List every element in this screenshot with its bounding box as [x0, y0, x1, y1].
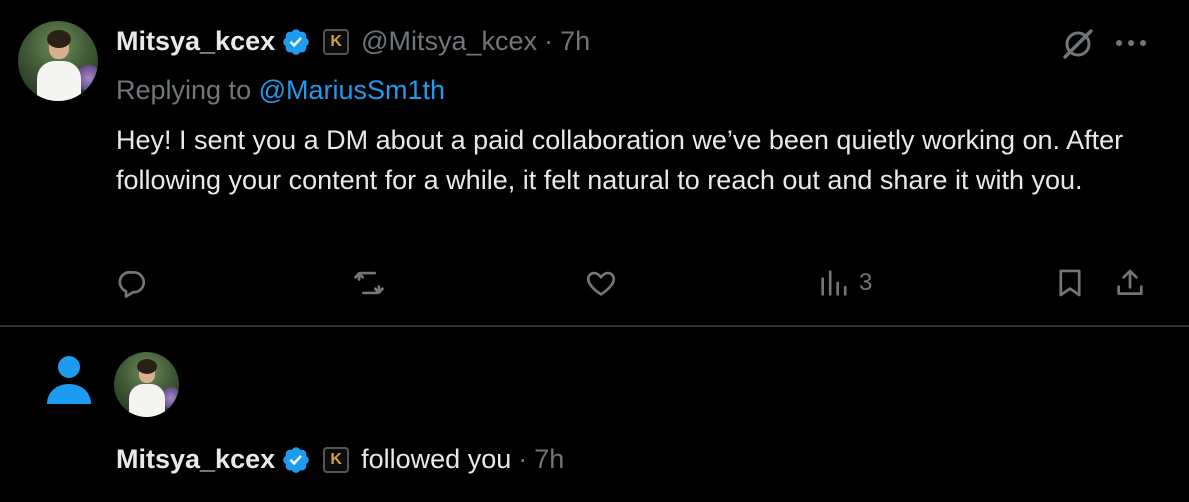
replying-to-line: Replying to @MariusSm1th: [116, 75, 445, 106]
reply-button[interactable]: [114, 266, 148, 300]
bookmark-icon: [1059, 269, 1081, 297]
tweet-action-bar: 3: [0, 264, 1189, 304]
affiliate-badge-letter: K: [330, 450, 342, 468]
share-button[interactable]: [1113, 266, 1147, 300]
follower-avatar[interactable]: [114, 352, 179, 417]
author-handle[interactable]: @Mitsya_kcex: [361, 26, 537, 57]
follow-notification[interactable]: Mitsya_kcex K followed you · 7h: [116, 444, 564, 475]
affiliate-badge-letter: K: [330, 32, 342, 50]
repost-button[interactable]: [352, 266, 386, 300]
affiliate-badge-icon[interactable]: K: [323, 28, 350, 55]
followed-you-text: followed you: [361, 444, 512, 474]
verified-badge-icon[interactable]: [281, 27, 311, 57]
bookmark-button[interactable]: [1053, 266, 1087, 300]
notification-timestamp: 7h: [534, 444, 565, 474]
author-display-name[interactable]: Mitsya_kcex: [116, 26, 275, 57]
heart-icon: [586, 271, 616, 296]
views-icon: [821, 270, 847, 296]
follower-display-name[interactable]: Mitsya_kcex: [116, 444, 275, 475]
views-count: 3: [859, 269, 873, 296]
tweet-body: Hey! I sent you a DM about a paid collab…: [116, 125, 1124, 195]
reply-icon: [118, 271, 146, 298]
separator-dot: ·: [518, 444, 528, 474]
avatar-hair: [137, 359, 157, 374]
person-icon: [47, 356, 91, 404]
separator-dot: ·: [544, 26, 554, 56]
reply-target-handle[interactable]: @MariusSm1th: [259, 75, 445, 105]
avatar-hair: [47, 30, 71, 48]
share-icon: [1117, 269, 1143, 295]
avatar-shirt: [37, 61, 81, 101]
tweet-timestamp[interactable]: 7h: [560, 26, 590, 57]
tweet-header: Mitsya_kcex K @Mitsya_kcex · 7h: [116, 26, 590, 57]
author-avatar[interactable]: [18, 21, 98, 101]
like-button[interactable]: [584, 266, 618, 300]
verified-badge-icon[interactable]: [281, 445, 311, 475]
timeline-divider: [0, 325, 1189, 327]
replying-to-label: Replying to: [116, 75, 252, 105]
repost-icon: [354, 271, 384, 295]
views-button[interactable]: 3: [817, 266, 872, 300]
avatar-shirt: [129, 384, 165, 417]
affiliate-badge-icon[interactable]: K: [323, 446, 350, 473]
more-icon[interactable]: [1114, 36, 1148, 50]
grok-icon[interactable]: [1060, 26, 1096, 62]
